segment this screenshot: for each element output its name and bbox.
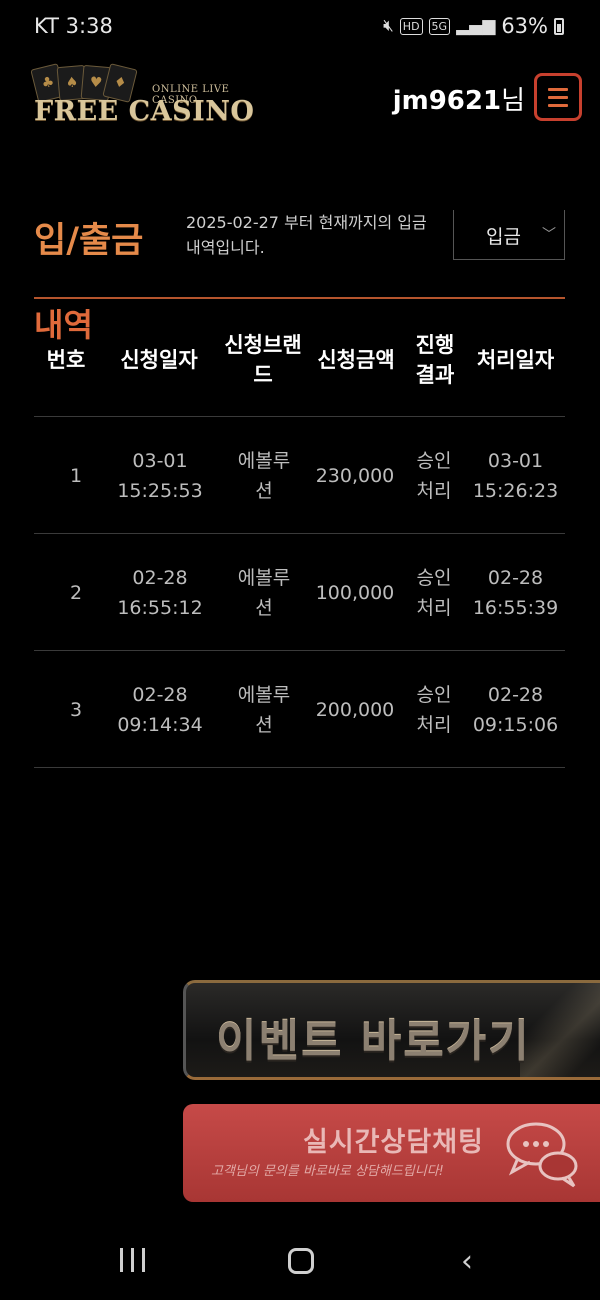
hamburger-menu-button[interactable] — [534, 73, 582, 121]
hd-icon: HD — [399, 17, 423, 35]
home-icon[interactable] — [288, 1248, 314, 1274]
cell-brand: 에볼루션 — [237, 566, 291, 619]
cell-process-time: 15:26:23 — [472, 479, 559, 502]
header-no: 번호 — [46, 348, 86, 372]
event-button-label: 이벤트 바로가기 — [216, 1016, 531, 1067]
cell-process-datetime: 02-28 09:15:06 — [466, 651, 565, 768]
header-process-date: 처리일자 — [476, 348, 555, 372]
cell-no: 3 — [69, 698, 83, 721]
table-row[interactable]: 1 03-01 15:25:53 에볼루션 230,000 승인처리 03-01 1… — [34, 417, 565, 534]
cell-amount: 100,000 — [315, 581, 395, 604]
cell-request-date: 03-01 — [132, 449, 188, 472]
cell-process-date: 02-28 — [487, 566, 544, 589]
cell-process-datetime: 02-28 16:55:39 — [466, 534, 565, 651]
cell-request-datetime: 02-28 09:14:34 — [100, 651, 220, 768]
live-chat-button[interactable]: 실시간상담채팅 고객님의 문의를 바로바로 상담해드립니다! — [183, 1104, 600, 1202]
type-select-value: 입금 — [486, 226, 521, 248]
battery-icon — [554, 17, 564, 35]
header-brand: 신청브랜드 — [224, 333, 302, 387]
username-suffix: 님 — [501, 86, 525, 116]
cell-no: 1 — [69, 464, 83, 487]
header-amount: 신청금액 — [317, 348, 395, 372]
system-nav-bar: ‹ — [0, 1220, 600, 1300]
status-bar: KT 3:38 🔇︎ HD 5G ▂▄▆ 63% — [0, 0, 600, 56]
header-request-date: 신청일자 — [120, 348, 198, 372]
cell-amount: 200,000 — [315, 698, 395, 721]
battery-percent: 63% — [501, 14, 548, 38]
signal-icon: ▂▄▆ — [456, 16, 496, 36]
status-icons: 🔇︎ HD 5G ▂▄▆ 63% — [383, 14, 564, 38]
cell-status: 승인처리 — [416, 683, 452, 736]
cell-brand: 에볼루션 — [237, 449, 291, 502]
5g-icon: 5G — [428, 17, 451, 35]
cell-process-datetime: 03-01 15:26:23 — [466, 417, 565, 534]
cell-request-date: 02-28 — [132, 566, 188, 589]
chevron-down-icon: ﹀ — [542, 227, 556, 243]
table-header: 번호 신청일자 신청브랜드 신청금액 진행결과 처리일자 — [34, 330, 565, 416]
mute-icon: 🔇︎ — [383, 16, 394, 36]
page-title: 입/출금 — [34, 221, 144, 261]
event-shortcut-button[interactable]: 이벤트 바로가기 — [183, 980, 600, 1080]
section-divider — [34, 297, 565, 299]
chat-button-label: 실시간상담채팅 — [303, 1127, 484, 1158]
table-row[interactable]: 3 02-28 09:14:34 에볼루션 200,000 승인처리 02-28 0… — [34, 651, 565, 768]
cell-status: 승인처리 — [416, 566, 452, 619]
recent-apps-icon[interactable] — [120, 1248, 145, 1272]
cell-request-time: 09:14:34 — [117, 713, 203, 736]
period-description: 2025-02-27 부터 현재까지의 입금 내역입니다. — [186, 213, 427, 257]
logo-cards: ♣ ♠ ♥ ♦ — [30, 63, 138, 103]
cell-request-datetime: 03-01 15:25:53 — [100, 417, 220, 534]
cell-brand: 에볼루션 — [237, 683, 291, 736]
table-row[interactable]: 2 02-28 16:55:12 에볼루션 100,000 승인처리 02-28 1… — [34, 534, 565, 651]
cell-no: 2 — [69, 581, 83, 604]
chat-bubble-icon — [506, 1122, 578, 1188]
username-id: jm9621 — [392, 86, 502, 116]
cell-process-time: 16:55:39 — [472, 596, 559, 619]
logo-title: FREE CASINO — [34, 96, 255, 127]
header-status: 진행결과 — [415, 333, 455, 387]
cell-process-date: 02-28 — [487, 683, 544, 706]
back-icon[interactable]: ‹ — [461, 1244, 473, 1279]
chat-button-subtext: 고객님의 문의를 바로바로 상담해드립니다! — [211, 1164, 444, 1179]
type-select[interactable]: 입금 ﹀ — [453, 210, 565, 260]
cell-status: 승인처리 — [416, 449, 452, 502]
username: jm9621님 — [393, 80, 525, 117]
menu-icon — [548, 87, 568, 91]
cell-request-time: 15:25:53 — [117, 479, 203, 502]
cell-amount: 230,000 — [315, 464, 395, 487]
menu-icon-line — [548, 95, 568, 99]
cell-request-time: 16:55:12 — [117, 596, 203, 619]
cell-process-time: 09:15:06 — [472, 713, 559, 736]
carrier-time: KT 3:38 — [34, 14, 113, 38]
cell-process-date: 03-01 — [487, 449, 544, 472]
cell-request-date: 02-28 — [132, 683, 188, 706]
cell-request-datetime: 02-28 16:55:12 — [100, 534, 220, 651]
event-button-shine — [520, 983, 600, 1077]
menu-icon-line — [548, 103, 568, 107]
site-logo[interactable]: ♣ ♠ ♥ ♦ ONLINE LIVE CASINO FREE CASINO — [28, 63, 268, 127]
